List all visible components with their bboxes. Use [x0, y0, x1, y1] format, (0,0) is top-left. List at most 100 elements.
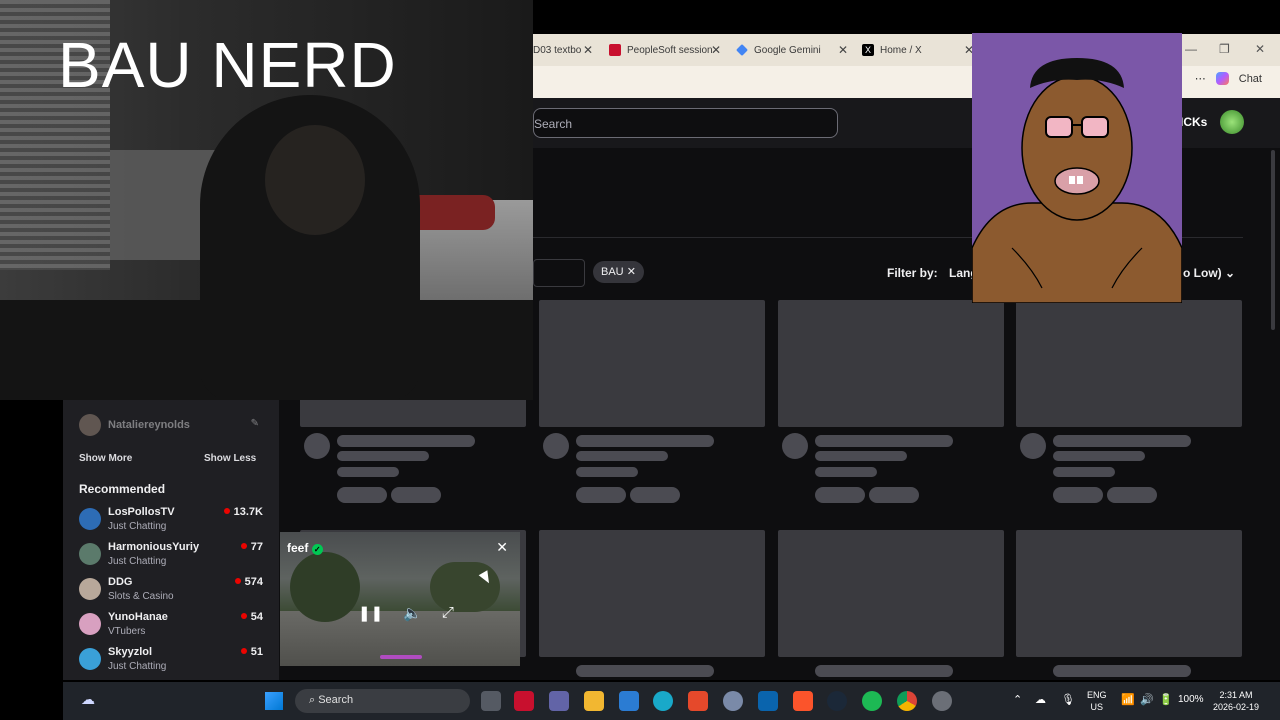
viewer-count-value: 574	[244, 576, 263, 588]
more-menu-icon[interactable]: ⋯	[1195, 72, 1206, 85]
viewer-count: 54	[240, 611, 263, 623]
tab-peoplesoft[interactable]: PeopleSoft session ✕	[609, 34, 727, 66]
mini-player[interactable]: feef ✓ ✕ ❚❚ 🔈 ⤢	[280, 532, 520, 666]
edge-icon[interactable]	[653, 691, 673, 711]
skeleton-line	[815, 435, 953, 447]
stream-card-thumbnail[interactable]	[778, 300, 1004, 427]
volume-icon[interactable]: 🔈	[403, 604, 422, 622]
avatar	[79, 543, 101, 565]
office-icon[interactable]	[688, 691, 708, 711]
chrome-icon[interactable]	[897, 691, 917, 711]
skeleton-tag	[337, 487, 387, 503]
battery-percent: 100%	[1178, 694, 1204, 705]
tab-close-icon[interactable]: ✕	[583, 43, 593, 57]
start-button-icon[interactable]	[265, 692, 283, 710]
settings-icon[interactable]	[932, 691, 952, 711]
microphone-icon[interactable]: 🎙	[1061, 693, 1075, 706]
viewer-count-value: 51	[250, 646, 263, 658]
copilot-icon[interactable]	[1215, 72, 1229, 85]
teams-icon[interactable]	[549, 691, 569, 711]
skeleton-line	[815, 467, 877, 477]
battery-icon[interactable]: 🔋	[1159, 693, 1173, 706]
stream-card-thumbnail[interactable]	[539, 530, 765, 657]
recommended-channel[interactable]: HarmoniousYuriy Just Chatting 77	[79, 541, 263, 575]
page-scrollbar[interactable]	[1271, 150, 1275, 330]
channel-name: YunoHanae	[108, 611, 168, 623]
pause-icon[interactable]: ❚❚	[358, 604, 383, 622]
restore-icon[interactable]: ❐	[1219, 42, 1230, 56]
progress-bar[interactable]	[380, 655, 422, 659]
stream-card-thumbnail[interactable]	[778, 530, 1004, 657]
skeleton-line	[1053, 467, 1115, 477]
language-indicator[interactable]: ENG US	[1087, 689, 1107, 713]
gemini-icon	[736, 44, 748, 56]
wifi-icon[interactable]: 📶	[1121, 693, 1135, 706]
app-icon[interactable]	[723, 691, 743, 711]
volume-icon[interactable]: 🔊	[1140, 693, 1154, 706]
overlay-title: BAU NERD	[58, 29, 397, 101]
verified-icon: ✓	[311, 544, 323, 555]
tag-filter-chip[interactable]: BAU ✕	[593, 261, 644, 283]
onedrive-icon[interactable]: ☁	[1035, 693, 1046, 706]
skeleton-line	[1053, 435, 1191, 447]
skeleton-line	[576, 467, 638, 477]
viewer-count: 77	[240, 541, 263, 553]
header-button[interactable]: ICKs	[1180, 115, 1207, 129]
skeleton-tag	[1107, 487, 1157, 503]
search-input[interactable]: Search	[533, 108, 838, 138]
spotify-icon[interactable]	[862, 691, 882, 711]
tab-d03[interactable]: D03 textbo ✕	[533, 34, 599, 66]
live-dot-icon	[240, 543, 247, 549]
avatar[interactable]	[1220, 110, 1244, 134]
fullscreen-icon[interactable]: ⤢	[442, 604, 454, 622]
stream-card-thumbnail[interactable]	[1016, 530, 1242, 657]
skeleton-line	[1053, 451, 1145, 461]
skeleton-tag	[630, 487, 680, 503]
viewer-count-value: 54	[250, 611, 263, 623]
followed-channel[interactable]: Nataliereynolds ✎	[79, 414, 259, 436]
close-icon[interactable]: ✕	[496, 539, 508, 556]
tab-gemini[interactable]: Google Gemini ✕	[736, 34, 854, 66]
close-icon[interactable]: ✕	[1255, 42, 1265, 56]
clock[interactable]: 2:31 AM 2026-02-19	[1213, 689, 1259, 713]
minimize-icon[interactable]: —	[1185, 42, 1197, 56]
sort-dropdown[interactable]: o Low) ⌄	[1183, 266, 1235, 280]
tag-search-input[interactable]	[533, 259, 585, 287]
tag-remove-icon[interactable]: ✕	[627, 266, 636, 278]
recommended-channel[interactable]: LosPollosTV Just Chatting 13.7K	[79, 506, 263, 540]
viewer-count: 51	[240, 646, 263, 658]
chat-button[interactable]: Chat	[1239, 73, 1262, 85]
tag-label: BAU	[601, 266, 624, 278]
brave-icon[interactable]	[793, 691, 813, 711]
weather-icon[interactable]: ☁	[81, 691, 95, 708]
taskbar: ☁ ⌕ Search ⌃ ☁ 🎙 ENG US 📶 🔊 🔋 100% 2:31 …	[63, 682, 1280, 720]
filter-label: Filter by:	[887, 266, 938, 280]
show-less-link[interactable]: Show Less	[204, 453, 256, 464]
mcafee-icon[interactable]	[514, 691, 534, 711]
taskbar-search[interactable]: ⌕ Search	[295, 689, 470, 713]
tab-close-icon[interactable]: ✕	[838, 43, 848, 57]
recommended-channel[interactable]: Skyyzlol Just Chatting 51	[79, 646, 263, 680]
steam-icon[interactable]	[827, 691, 847, 711]
stream-card-thumbnail[interactable]	[539, 300, 765, 427]
recommended-channel[interactable]: YunoHanae VTubers 54	[79, 611, 263, 645]
task-view-icon[interactable]	[481, 691, 501, 711]
stream-card-thumbnail[interactable]	[1016, 300, 1242, 427]
channel-name: Skyyzlol	[108, 646, 153, 658]
viewer-count: 13.7K	[223, 506, 263, 518]
file-explorer-icon[interactable]	[584, 691, 604, 711]
live-dot-icon	[234, 578, 241, 584]
skeleton-line	[337, 467, 399, 477]
recommended-channel[interactable]: DDG Slots & Casino 574	[79, 576, 263, 610]
tab-close-icon[interactable]: ✕	[711, 43, 721, 57]
chevron-up-icon[interactable]: ⌃	[1013, 693, 1022, 706]
skeleton-line	[337, 451, 429, 461]
outlook-icon[interactable]	[758, 691, 778, 711]
show-more-link[interactable]: Show More	[79, 453, 132, 464]
channel-category: VTubers	[108, 626, 146, 637]
app-icon[interactable]	[619, 691, 639, 711]
channel-name: DDG	[108, 576, 133, 588]
avatar	[79, 414, 101, 436]
skeleton-line	[815, 451, 907, 461]
tab-x-home[interactable]: X Home / X ✕	[862, 34, 980, 66]
